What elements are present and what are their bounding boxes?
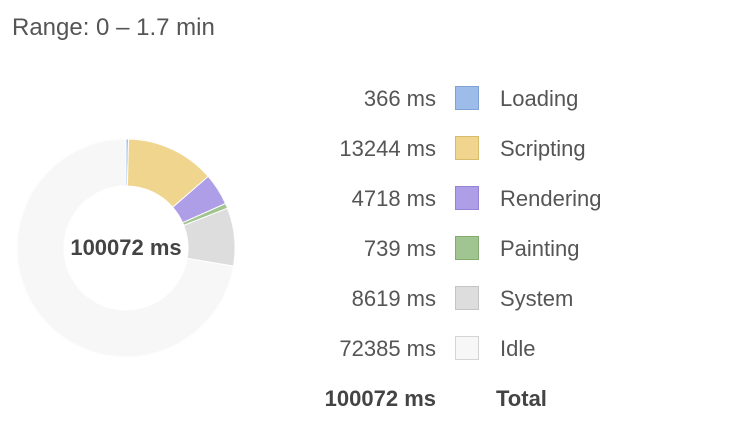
legend-label: Idle (500, 336, 536, 361)
legend-row-system: 8619 ms System (0, 284, 740, 314)
legend-value: 4718 ms (351, 186, 436, 211)
legend-value: 739 ms (363, 236, 436, 261)
legend-label: Painting (500, 236, 580, 261)
legend-value: 366 ms (363, 86, 436, 111)
legend-row-painting: 739 ms Painting (0, 234, 740, 264)
range-label: Range: 0 – 1.7 min (12, 14, 215, 41)
legend-row-total: 100072 ms Total (0, 384, 740, 414)
legend-swatch-painting (455, 236, 479, 260)
legend-row-idle: 72385 ms Idle (0, 334, 740, 364)
legend-swatch-system (455, 286, 479, 310)
legend-label: Loading (500, 86, 579, 111)
legend-row-rendering: 4718 ms Rendering (0, 184, 740, 214)
legend-swatch-idle (455, 336, 479, 360)
legend-label: Scripting (500, 136, 586, 161)
legend-value: 72385 ms (339, 336, 436, 361)
legend-row-loading: 366 ms Loading (0, 84, 740, 114)
legend-swatch-scripting (455, 136, 479, 160)
legend-value: 13244 ms (339, 136, 436, 161)
legend-swatch-loading (455, 86, 479, 110)
legend-row-scripting: 13244 ms Scripting (0, 134, 740, 164)
legend-swatch-rendering (455, 186, 479, 210)
legend-label: Rendering (500, 186, 602, 211)
legend-value: 8619 ms (351, 286, 436, 311)
legend-label: System (500, 286, 574, 311)
total-value: 100072 ms (324, 386, 436, 411)
total-label: Total (496, 386, 547, 411)
